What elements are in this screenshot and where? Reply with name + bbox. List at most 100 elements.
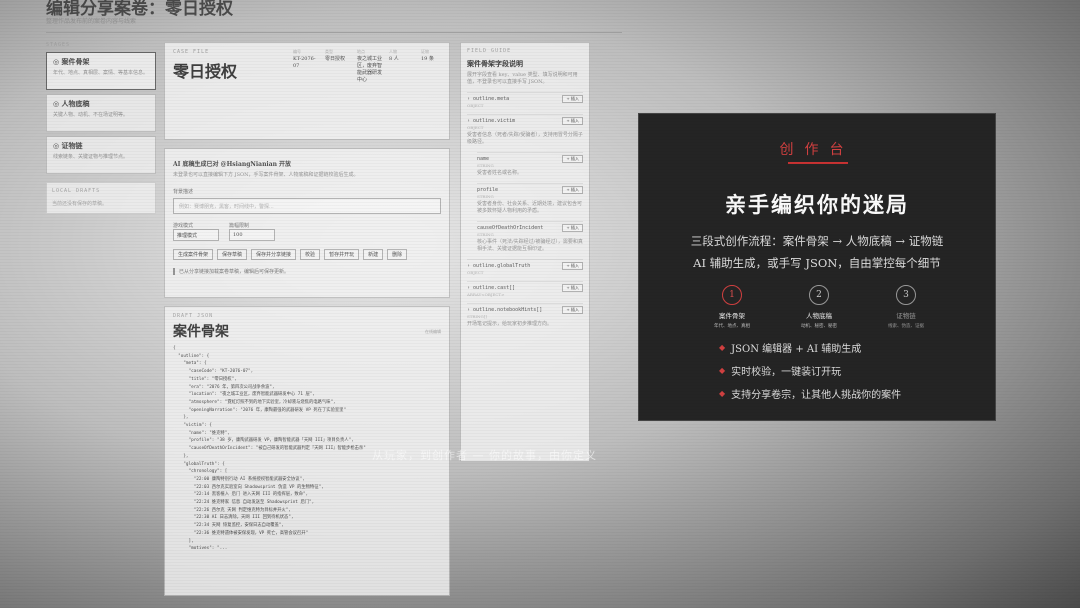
insert-button[interactable]: + 插入 — [562, 186, 583, 194]
promo-line-1: 三段式创作流程：案件骨架 → 人物底稿 → 证物链 — [690, 234, 944, 248]
step-number: 2 — [809, 285, 829, 305]
meta-location: 地点 夜之城工业区，废弃智能武器研发中心 — [357, 49, 383, 83]
meta-code: 编号 KT-2076-07 — [293, 49, 316, 70]
field-item[interactable]: profile STRING 受害者身份、社会关系、近期处境，建议包含可被多数怀疑人… — [477, 183, 583, 215]
field-guide-desc: 展开字段查看 key、value 类型、填写说明和可用值，不登录也可以直接手写 … — [467, 72, 578, 85]
step-sub: 线索、伪造、证据 — [888, 324, 924, 329]
field-type: STRING — [477, 232, 494, 237]
insert-button[interactable]: + 插入 — [562, 262, 583, 270]
save-draft-button[interactable]: 保存草稿 — [217, 249, 248, 260]
field-item[interactable]: › outline.notebookHints[] STRING[] 开场笔记提示，… — [467, 303, 583, 328]
stage-name: ◎ 人物底稿 — [53, 99, 90, 108]
field-desc: 受害者信息（死者/失踪/受骗者），支持用冒号分隔子级路径。 — [467, 132, 583, 145]
field-type: STRING — [477, 163, 494, 168]
workflow-steps: 1 案件骨架 年代、地点、真相 2 人物底稿 动机、秘密、秘密 3 证物链 线索… — [697, 285, 941, 329]
length-group: 篇幅限制 100 — [229, 222, 275, 241]
field-desc: 核心事件（死法/失踪经过/被骗经过），需要和真相手法、关键证据能互相印证。 — [477, 239, 583, 252]
stages-label: STAGES — [46, 42, 71, 48]
json-editor-tag: 在线编辑 — [425, 329, 441, 334]
json-kicker: DRAFT JSON — [173, 313, 214, 319]
field-item[interactable]: name STRING 受害者姓名或名称。 + 插入 — [477, 152, 583, 177]
stage-name: ◎ 案件骨架 — [53, 57, 90, 66]
step-cast: 2 人物底稿 动机、秘密、秘密 — [784, 285, 854, 329]
stage-desc: 线索链条、关键证物与推理节点。 — [53, 154, 129, 160]
diamond-icon: ◆ — [719, 389, 726, 398]
action-buttons: 生成案件骨架 保存草稿 保存并分享链接 校验 暂存并开玩 新建 删除 — [173, 249, 441, 260]
ai-generator-card: AI 底稿生成已对 @HsiangNianian 开放 未登录也可以直接编辑下方… — [164, 148, 450, 298]
local-drafts-label: LOCAL DRAFTS — [52, 188, 101, 194]
field-item[interactable]: › outline.globalTruth OBJECT + 插入 — [467, 259, 583, 275]
ai-desc: 未登录也可以直接编辑下方 JSON，手写案件骨架、人物底稿和证据链校验后生成。 — [173, 172, 359, 178]
mode-group: 游戏模式 推理模式 — [173, 222, 219, 241]
field-list: › outline.meta OBJECT + 插入 › outline.victim… — [467, 92, 583, 328]
insert-button[interactable]: + 插入 — [562, 284, 583, 292]
step-name: 案件骨架 — [719, 312, 745, 320]
field-type: STRING[] — [467, 314, 487, 319]
stage-item-evidence[interactable]: ◎ 证物链 线索链条、关键证物与推理节点。 — [46, 136, 156, 174]
delete-button[interactable]: 删除 — [387, 249, 408, 260]
promo-line-2: AI 辅助生成，或手写 JSON，自由掌控每个细节 — [693, 256, 941, 270]
stage-play-button[interactable]: 暂存并开玩 — [324, 249, 360, 260]
stage-item-cast[interactable]: ◎ 人物底稿 关键人物、动机、不在场证明等。 — [46, 94, 156, 132]
options-row: 游戏模式 推理模式 篇幅限制 100 — [173, 222, 441, 241]
json-title: 案件骨架 — [173, 324, 229, 340]
stages-sidebar: STAGES ◎ 案件骨架 年代、地点、真相层、案情、等基本信息。 ◎ 人物底稿… — [46, 42, 156, 214]
stage-name: ◎ 证物链 — [53, 141, 83, 150]
feature-item: ◆ 支持分享卷宗，让其他人挑战你的案件 — [719, 389, 902, 401]
field-type: STRING — [477, 194, 494, 199]
mode-select[interactable]: 推理模式 — [173, 229, 219, 241]
stage-desc: 关键人物、动机、不在场证明等。 — [53, 112, 129, 118]
validate-button[interactable]: 校验 — [300, 249, 321, 260]
main-column: CASE FILE 零日授权 编号 KT-2076-07 类型 零日授权 地点 夜之城… — [164, 42, 450, 604]
insert-button[interactable]: + 插入 — [562, 95, 583, 103]
field-type: OBJECT — [467, 270, 484, 275]
field-type: OBJECT — [467, 103, 484, 108]
local-drafts-empty: 当前还没有保存的草稿。 — [52, 201, 108, 207]
stage-item-outline[interactable]: ◎ 案件骨架 年代、地点、真相层、案情、等基本信息。 — [46, 52, 156, 90]
field-guide-card: FIELD GUIDE 案件骨架字段说明 展开字段查看 key、value 类型… — [460, 42, 590, 462]
feature-item: ◆ JSON 编辑器 + AI 辅助生成 — [719, 343, 862, 355]
feature-item: ◆ 实时校验，一键装订开玩 — [719, 366, 842, 378]
creator-promo-card: 创作台 亲手编织你的迷局 三段式创作流程：案件骨架 → 人物底稿 → 证物链 A… — [638, 113, 996, 421]
video-frame: 编辑分享案卷：零日授权 整理作品发布前的案卷内容与线索 STAGES ◎ 案件骨… — [0, 0, 1080, 608]
field-desc: 受害者身份、社会关系、近期处境，建议包含可被多数怀疑人物利用的矛盾。 — [477, 201, 583, 214]
insert-button[interactable]: + 插入 — [562, 117, 583, 125]
save-share-button[interactable]: 保存并分享链接 — [251, 249, 297, 260]
step-name: 证物链 — [896, 312, 916, 320]
video-caption: 从玩家，到创作者 — 你的故事，由你定义 — [372, 449, 597, 462]
accent-line — [788, 162, 848, 164]
stage-desc: 年代、地点、真相层、案情、等基本信息。 — [53, 70, 149, 76]
diamond-icon: ◆ — [719, 366, 726, 375]
field-desc: 开场笔记提示，给玩家初步推理方向。 — [467, 321, 553, 327]
new-button[interactable]: 新建 — [363, 249, 384, 260]
insert-button[interactable]: + 插入 — [562, 224, 583, 232]
step-sub: 年代、地点、真相 — [714, 324, 750, 329]
field-type: OBJECT — [467, 125, 484, 130]
meta-cast: 人物 8 人 — [389, 49, 399, 63]
step-sub: 动机、秘密、秘密 — [801, 324, 837, 329]
field-item[interactable]: › outline.cast[] ARRAY<OBJECT> + 插入 — [467, 281, 583, 297]
step-evidence: 3 证物链 线索、伪造、证据 — [871, 285, 941, 329]
step-name: 人物底稿 — [806, 312, 832, 320]
field-item[interactable]: causeOfDeathOrIncident STRING 核心事件（死法/失踪经过… — [477, 221, 583, 253]
field-item[interactable]: › outline.victim OBJECT 受害者信息（死者/失踪/受骗者），支… — [467, 114, 583, 146]
step-outline: 1 案件骨架 年代、地点、真相 — [697, 285, 767, 329]
page-subtitle: 整理作品发布前的案卷内容与线索 — [46, 18, 137, 25]
case-meta: 编号 KT-2076-07 类型 零日授权 地点 夜之城工业区，废弃智能武器研发中心 … — [293, 49, 447, 83]
meta-evidence: 证物 19 条 — [421, 49, 434, 63]
diamond-icon: ◆ — [719, 343, 726, 352]
field-item[interactable]: › outline.meta OBJECT + 插入 — [467, 92, 583, 108]
promo-headline: 亲手编织你的迷局 — [725, 192, 909, 217]
generate-outline-button[interactable]: 生成案件骨架 — [173, 249, 214, 260]
case-editor-page: 编辑分享案卷：零日授权 整理作品发布前的案卷内容与线索 STAGES ◎ 案件骨… — [30, 0, 622, 596]
prompt-input[interactable]: 例如：赛博朋克，黑客，时间线中，警探... — [173, 198, 441, 214]
field-desc: 受害者姓名或名称。 — [477, 170, 523, 176]
length-stepper[interactable]: 100 — [229, 229, 275, 241]
case-header-card: CASE FILE 零日授权 编号 KT-2076-07 类型 零日授权 地点 夜之城… — [164, 42, 450, 140]
insert-button[interactable]: + 插入 — [562, 155, 583, 163]
promo-kicker: 创作台 — [779, 142, 855, 158]
field-guide: FIELD GUIDE 案件骨架字段说明 展开字段查看 key、value 类型… — [460, 42, 590, 462]
step-number: 3 — [896, 285, 916, 305]
status-message: 已从分享链接加载案卷草稿，编辑后可保存更新。 — [173, 268, 441, 275]
insert-button[interactable]: + 插入 — [562, 306, 583, 314]
